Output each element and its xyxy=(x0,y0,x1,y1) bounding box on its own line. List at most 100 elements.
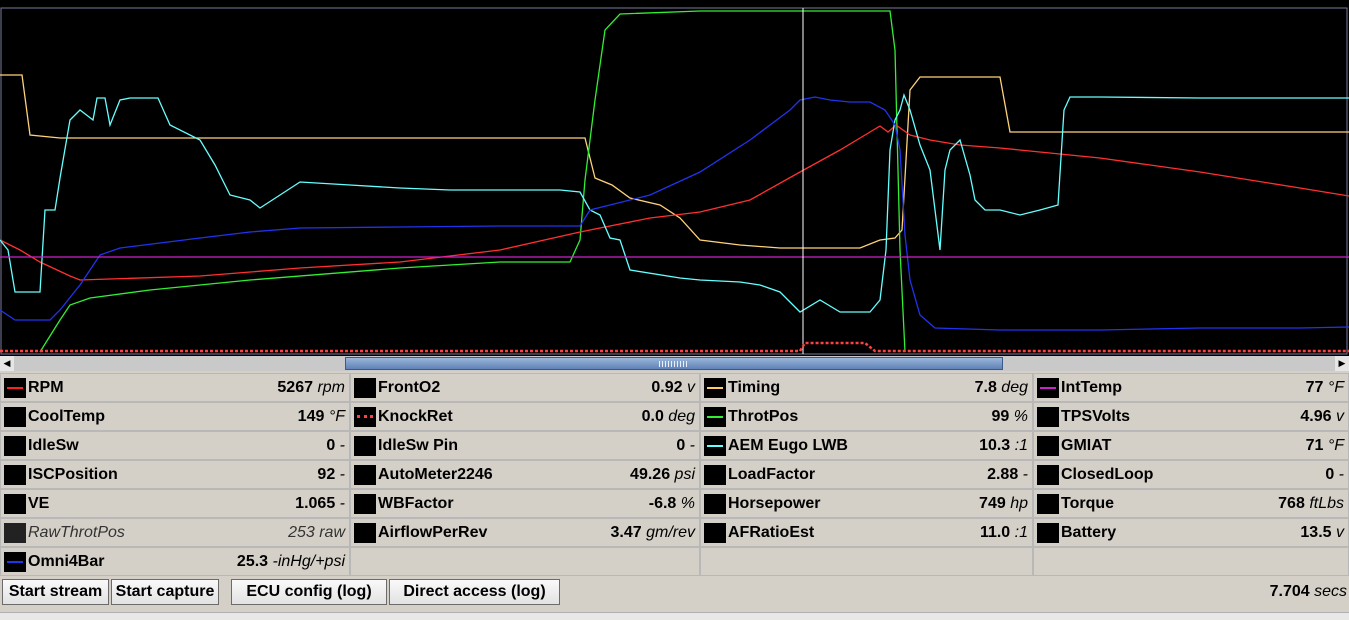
param-value: -6.8 % xyxy=(649,495,695,513)
param-unit: °F xyxy=(1327,437,1344,454)
param-closedloop[interactable]: ClosedLoop 0 - xyxy=(1033,460,1349,489)
color-swatch[interactable] xyxy=(4,523,26,543)
param-value-number: 1.065 xyxy=(295,495,336,512)
param-horsepower[interactable]: Horsepower 749 hp xyxy=(700,489,1033,518)
param-cooltemp[interactable]: CoolTemp 149 °F xyxy=(0,402,350,431)
color-swatch[interactable] xyxy=(704,494,726,514)
param-label: AFRatioEst xyxy=(728,524,815,541)
param-label: AirflowPerRev xyxy=(378,524,488,541)
param-value: 0.92 v xyxy=(651,379,695,397)
color-swatch[interactable] xyxy=(1037,465,1059,485)
param-value-number: 49.26 xyxy=(630,466,671,483)
param-value: 0.0 deg xyxy=(642,408,695,426)
color-swatch[interactable] xyxy=(1037,494,1059,514)
direct-access-button[interactable]: Direct access (log) xyxy=(389,579,560,605)
param-value-number: 768 xyxy=(1278,495,1305,512)
param-value-number: 11.0 xyxy=(979,524,1011,541)
color-swatch[interactable] xyxy=(4,494,26,514)
color-swatch[interactable] xyxy=(704,407,726,427)
param-value-number: 3.47 xyxy=(610,524,642,541)
param-value-number: 0 xyxy=(676,437,686,454)
param-ve[interactable]: VE 1.065 - xyxy=(0,489,350,518)
param-label: Timing xyxy=(728,379,781,396)
color-swatch[interactable] xyxy=(4,465,26,485)
param-fronto2[interactable]: FrontO2 0.92 v xyxy=(350,373,700,402)
param-value: 4.96 v xyxy=(1300,408,1344,426)
param-value: 99 % xyxy=(992,408,1028,426)
swatch-line xyxy=(357,415,373,418)
param-value: 0 - xyxy=(1325,466,1344,484)
color-swatch[interactable] xyxy=(704,436,726,456)
color-swatch[interactable] xyxy=(1037,523,1059,543)
color-swatch[interactable] xyxy=(354,465,376,485)
color-swatch[interactable] xyxy=(354,407,376,427)
param-timing[interactable]: Timing 7.8 deg xyxy=(700,373,1033,402)
empty-cell xyxy=(350,547,700,576)
param-rpm[interactable]: RPM 5267 rpm xyxy=(0,373,350,402)
param-knockret[interactable]: KnockRet 0.0 deg xyxy=(350,402,700,431)
param-aem-eugo-lwb[interactable]: AEM Eugo LWB 10.3 :1 xyxy=(700,431,1033,460)
scrollbar-thumb[interactable] xyxy=(345,357,1003,370)
param-value: 768 ftLbs xyxy=(1278,495,1344,513)
color-swatch[interactable] xyxy=(4,407,26,427)
param-afratioest[interactable]: AFRatioEst 11.0 :1 xyxy=(700,518,1033,547)
param-torque[interactable]: Torque 768 ftLbs xyxy=(1033,489,1349,518)
param-idlesw-pin[interactable]: IdleSw Pin 0 - xyxy=(350,431,700,460)
trace-knockret xyxy=(0,341,1349,353)
param-autometer2246[interactable]: AutoMeter2246 49.26 psi xyxy=(350,460,700,489)
param-label: CoolTemp xyxy=(28,408,106,425)
color-swatch[interactable] xyxy=(1037,436,1059,456)
start-capture-button[interactable]: Start capture xyxy=(111,579,219,605)
color-swatch[interactable] xyxy=(1037,407,1059,427)
param-value: 1.065 - xyxy=(295,495,345,513)
color-swatch[interactable] xyxy=(704,378,726,398)
param-throtpos[interactable]: ThrotPos 99 % xyxy=(700,402,1033,431)
param-airflowperrev[interactable]: AirflowPerRev 3.47 gm/rev xyxy=(350,518,700,547)
color-swatch[interactable] xyxy=(354,436,376,456)
param-battery[interactable]: Battery 13.5 v xyxy=(1033,518,1349,547)
scroll-right-arrow-icon[interactable]: ▶ xyxy=(1335,356,1349,371)
param-value: 253 raw xyxy=(288,524,345,542)
trace-aem-eugo-lwb xyxy=(0,92,1349,313)
param-idlesw[interactable]: IdleSw 0 - xyxy=(0,431,350,460)
param-value: 11.0 :1 xyxy=(980,524,1028,542)
color-swatch[interactable] xyxy=(1037,378,1059,398)
log-graph[interactable] xyxy=(0,0,1349,356)
color-swatch[interactable] xyxy=(354,494,376,514)
elapsed-time-unit: secs xyxy=(1314,583,1347,600)
color-swatch[interactable] xyxy=(704,523,726,543)
time-scrollbar[interactable]: ◀ ▶ xyxy=(0,356,1349,371)
swatch-line xyxy=(7,387,23,389)
param-value-number: 749 xyxy=(979,495,1006,512)
ecu-config-button[interactable]: ECU config (log) xyxy=(231,579,387,605)
param-omni4bar[interactable]: Omni4Bar 25.3 -inHg/+psi xyxy=(0,547,350,576)
param-value: 10.3 :1 xyxy=(979,437,1028,455)
color-swatch[interactable] xyxy=(4,436,26,456)
param-inttemp[interactable]: IntTemp 77 °F xyxy=(1033,373,1349,402)
param-value-number: 149 xyxy=(297,408,325,425)
param-label: AEM Eugo LWB xyxy=(728,437,848,454)
param-iscposition[interactable]: ISCPosition 92 - xyxy=(0,460,350,489)
param-value: 149 °F xyxy=(298,408,345,426)
color-swatch[interactable] xyxy=(4,552,26,572)
color-swatch[interactable] xyxy=(704,465,726,485)
param-label: IdleSw xyxy=(28,437,79,454)
swatch-line xyxy=(707,445,723,447)
param-rawthrotpos[interactable]: RawThrotPos 253 raw xyxy=(0,518,350,547)
color-swatch[interactable] xyxy=(4,378,26,398)
param-label: TPSVolts xyxy=(1061,408,1131,425)
param-value-number: 0.0 xyxy=(641,408,664,425)
param-value: 13.5 v xyxy=(1300,524,1344,542)
param-unit: v xyxy=(687,379,695,396)
param-tpsvolts[interactable]: TPSVolts 4.96 v xyxy=(1033,402,1349,431)
log-graph-panel[interactable] xyxy=(0,0,1349,356)
param-value-number: 7.8 xyxy=(974,379,997,396)
swatch-line xyxy=(1040,387,1056,389)
param-wbfactor[interactable]: WBFactor -6.8 % xyxy=(350,489,700,518)
color-swatch[interactable] xyxy=(354,523,376,543)
start-stream-button[interactable]: Start stream xyxy=(2,579,109,605)
color-swatch[interactable] xyxy=(354,378,376,398)
scroll-left-arrow-icon[interactable]: ◀ xyxy=(0,356,14,371)
param-gmiat[interactable]: GMIAT 71 °F xyxy=(1033,431,1349,460)
param-loadfactor[interactable]: LoadFactor 2.88 - xyxy=(700,460,1033,489)
